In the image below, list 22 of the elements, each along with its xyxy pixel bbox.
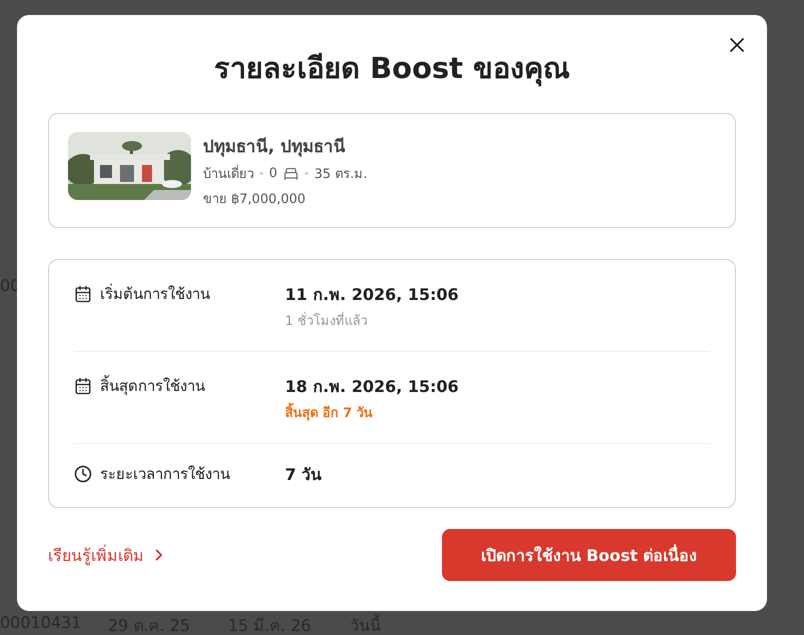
detail-label: เริ่มต้นการใช้งาน [100,282,210,305]
detail-note: สิ้นสุด อีก 7 วัน [285,402,710,423]
calendar-icon [74,285,92,303]
calendar-icon [74,377,92,395]
detail-label: สิ้นสุดการใช้งาน [100,374,205,398]
detail-value: 18 ก.พ. 2026, 15:06 [285,376,460,398]
property-area: 35 ตร.ม. [314,163,368,184]
detail-label: ระยะเวลาการใช้งาน [100,464,230,485]
detail-value: 7 วัน [285,464,323,486]
clock-icon [74,465,92,483]
detail-note: 1 ชั่วโมงที่แล้ว [285,310,710,331]
property-price: ขาย ฿7,000,000 [203,191,307,209]
bed-icon [283,166,300,182]
separator-dot [260,172,263,175]
property-type: บ้านเดี่ยว [203,163,254,184]
bedroom-count: 0 [269,166,278,181]
learn-more-link[interactable]: เรียนรู้เพิ่มเติม [48,542,168,568]
dialog-title: รายละเอียด Boost ของคุณ [214,50,570,88]
separator-dot [305,172,308,175]
property-location: ปทุมธานี, ปทุมธานี [203,136,346,159]
detail-value: 11 ก.พ. 2026, 15:06 [285,284,460,306]
renew-boost-button[interactable]: เปิดการใช้งาน Boost ต่อเนื่อง [442,529,736,581]
